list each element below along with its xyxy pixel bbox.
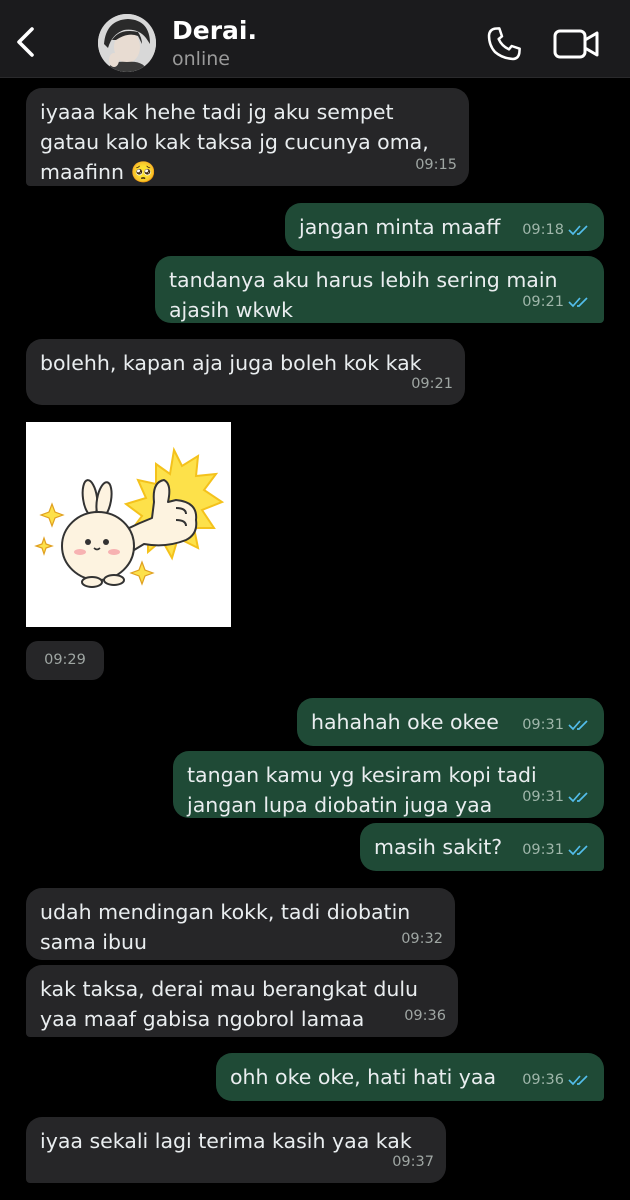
chat-header: Derai. online — [0, 0, 630, 78]
message-incoming[interactable]: kak taksa, derai mau berangkat dulu yaa … — [26, 965, 458, 1037]
contact-status: online — [172, 48, 230, 70]
chevron-left-icon[interactable] — [12, 24, 40, 60]
message-time: 09:37 — [392, 1154, 434, 1170]
message-outgoing[interactable]: masih sakit? 09:31 — [360, 823, 604, 871]
double-check-icon — [568, 720, 588, 731]
message-time: 09:32 — [401, 931, 443, 947]
message-incoming[interactable]: iyaaa kak hehe tadi jg aku sempet gatau … — [26, 88, 469, 186]
message-outgoing[interactable]: tandanya aku harus lebih sering main aja… — [155, 256, 604, 323]
contact-name[interactable]: Derai. — [172, 16, 257, 45]
message-time: 09:21 — [522, 294, 564, 310]
message-time: 09:31 — [522, 789, 564, 805]
double-check-icon — [568, 297, 588, 308]
message-text: bolehh, kapan aja juga boleh kok kak — [40, 351, 422, 375]
message-outgoing[interactable]: jangan minta maaff 09:18 — [285, 203, 604, 251]
message-text: udah mendingan kokk, tadi diobatin sama … — [40, 900, 411, 954]
message-text: iyaa sekali lagi terima kasih yaa kak — [40, 1129, 412, 1153]
bunny-thumbs-up-sticker[interactable] — [26, 422, 231, 627]
message-outgoing[interactable]: hahahah oke okee 09:31 — [297, 698, 604, 746]
double-check-icon — [568, 1075, 588, 1086]
message-time: 09:29 — [26, 641, 104, 680]
message-outgoing[interactable]: ohh oke oke, hati hati yaa 09:36 — [216, 1053, 604, 1101]
message-incoming[interactable]: udah mendingan kokk, tadi diobatin sama … — [26, 888, 455, 960]
message-time: 09:31 — [522, 717, 564, 733]
double-check-icon — [568, 225, 588, 236]
double-check-icon — [568, 792, 588, 803]
message-incoming[interactable]: iyaa sekali lagi terima kasih yaa kak 09… — [26, 1117, 446, 1183]
message-time: 09:15 — [415, 157, 457, 173]
avatar[interactable] — [98, 14, 156, 72]
message-incoming[interactable]: bolehh, kapan aja juga boleh kok kak 09:… — [26, 339, 465, 405]
message-time: 09:21 — [411, 376, 453, 392]
message-time: 09:36 — [522, 1072, 564, 1088]
message-time: 09:36 — [404, 1008, 446, 1024]
message-time: 09:18 — [522, 222, 564, 238]
message-outgoing[interactable]: tangan kamu yg kesiram kopi tadi jangan … — [173, 751, 604, 818]
double-check-icon — [568, 845, 588, 856]
message-text: iyaaa kak hehe tadi jg aku sempet gatau … — [40, 100, 429, 184]
message-time: 09:31 — [522, 842, 564, 858]
video-camera-icon[interactable] — [552, 26, 600, 62]
phone-icon[interactable] — [484, 24, 524, 64]
message-text: kak taksa, derai mau berangkat dulu yaa … — [40, 977, 419, 1031]
